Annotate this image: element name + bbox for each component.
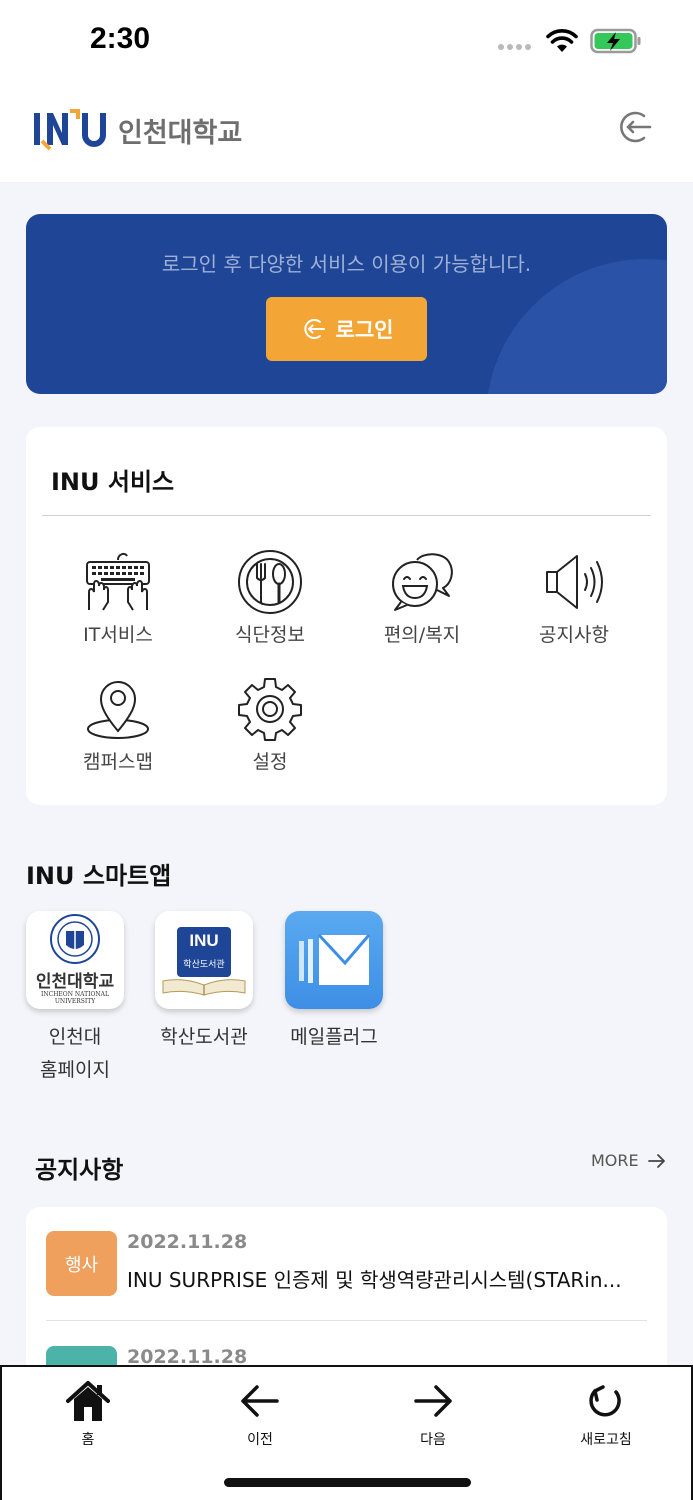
notice-badge: 행사 <box>46 1231 117 1296</box>
open-book-icon <box>162 979 246 996</box>
notice-date: 2022.11.28 <box>127 1231 248 1253</box>
app-header: 인천대학교 <box>0 85 693 182</box>
login-arrow-icon <box>303 319 325 339</box>
library-icon-logo: INU <box>189 931 219 950</box>
refresh-icon <box>589 1385 621 1417</box>
speaker-icon <box>546 555 603 609</box>
nav-forward[interactable]: 다음 <box>373 1379 493 1449</box>
app-label: 학산도서관 <box>160 1026 248 1048</box>
notice-item[interactable]: 행사 2022.11.28 INU SURPRISE 인증제 및 학생역량관리시… <box>26 1207 667 1322</box>
arrow-right-icon <box>647 1153 665 1168</box>
smart-apps-title: INU 스마트앱 <box>26 862 172 890</box>
nav-label: 홈 <box>81 1432 95 1448</box>
mail-icon <box>299 933 371 985</box>
service-label: 식단정보 <box>235 624 305 646</box>
nav-label: 다음 <box>420 1432 446 1448</box>
nav-label: 이전 <box>247 1432 273 1448</box>
app-label-line1: 인천대 <box>48 1026 102 1048</box>
inu-logo-mark-icon <box>34 109 106 151</box>
notices-title: 공지사항 <box>35 1156 124 1184</box>
gear-icon <box>238 678 302 741</box>
library-icon-text: 학산도서관 <box>183 960 225 970</box>
app-mailplug[interactable]: 메일플러그 <box>284 911 384 1054</box>
service-campus-map[interactable]: 캠퍼스맵 <box>48 677 188 774</box>
login-button[interactable]: 로그인 <box>266 297 427 361</box>
service-welfare[interactable]: 편의/복지 <box>352 550 492 647</box>
app-label: 메일플러그 <box>290 1026 378 1048</box>
home-indicator[interactable] <box>224 1478 471 1487</box>
more-label: MORE <box>591 1151 639 1170</box>
nav-label: 새로고침 <box>580 1432 632 1448</box>
login-banner: 로그인 후 다양한 서비스 이용이 가능합니다. 로그인 <box>26 214 667 394</box>
app-icon-subtext: INCHEON NATIONAL UNIVERSITY <box>40 991 109 1005</box>
dish-icon <box>238 550 302 614</box>
mailplug-app-icon <box>285 911 383 1009</box>
battery-charging-icon <box>590 28 641 54</box>
inu-logo[interactable]: 인천대학교 <box>30 107 242 153</box>
services-title: INU 서비스 <box>51 468 175 496</box>
service-label: IT서비스 <box>83 624 153 646</box>
service-label: 편의/복지 <box>383 624 461 646</box>
home-icon <box>66 1381 110 1421</box>
login-icon[interactable] <box>614 107 654 147</box>
service-notice[interactable]: 공지사항 <box>504 550 644 647</box>
more-link[interactable]: MORE <box>591 1151 667 1170</box>
service-menu[interactable]: 식단정보 <box>200 550 340 647</box>
keyboard-hands-icon <box>86 552 150 611</box>
status-bar: 2:30 <box>0 0 693 85</box>
service-label: 캠퍼스맵 <box>83 751 153 773</box>
divider <box>42 515 651 516</box>
status-time: 2:30 <box>90 22 151 55</box>
library-app-icon: INU 학산도서관 <box>155 911 253 1009</box>
logo-text: 인천대학교 <box>118 117 243 149</box>
services-card: INU 서비스 IT서비스 식단정보 편의/복지 공지사항 캠퍼스맵 설정 <box>26 427 667 805</box>
nav-refresh[interactable]: 새로고침 <box>546 1379 666 1449</box>
app-icon-text: 인천대학교 <box>35 972 115 992</box>
service-settings[interactable]: 설정 <box>200 677 340 774</box>
inu-homepage-app-icon: 인천대학교 INCHEON NATIONAL UNIVERSITY <box>26 911 124 1009</box>
divider <box>46 1320 647 1321</box>
map-pin-icon <box>87 681 149 739</box>
arrow-right-icon <box>414 1385 452 1417</box>
chat-smile-icon <box>392 553 453 611</box>
app-inu-homepage[interactable]: 인천대학교 INCHEON NATIONAL UNIVERSITY 인천대 홈페… <box>25 911 125 1087</box>
nav-home[interactable]: 홈 <box>28 1379 148 1449</box>
nav-back[interactable]: 이전 <box>200 1379 320 1449</box>
app-label-line2: 홈페이지 <box>40 1059 110 1081</box>
service-label: 공지사항 <box>539 624 609 646</box>
app-library[interactable]: INU 학산도서관 학산도서관 <box>154 911 254 1054</box>
service-it[interactable]: IT서비스 <box>48 550 188 647</box>
app-label: 인천대 홈페이지 <box>25 1021 125 1087</box>
login-button-label: 로그인 <box>335 318 394 342</box>
login-message: 로그인 후 다양한 서비스 이용이 가능합니다. <box>161 252 532 276</box>
service-label: 설정 <box>252 751 288 773</box>
notice-text: INU SURPRISE 인증제 및 학생역량관리시스템(STARin... <box>127 1268 622 1292</box>
banner-decoration <box>486 259 667 394</box>
wifi-icon <box>546 29 578 52</box>
arrow-left-icon <box>241 1385 279 1417</box>
cellular-signal-icon <box>498 44 531 50</box>
